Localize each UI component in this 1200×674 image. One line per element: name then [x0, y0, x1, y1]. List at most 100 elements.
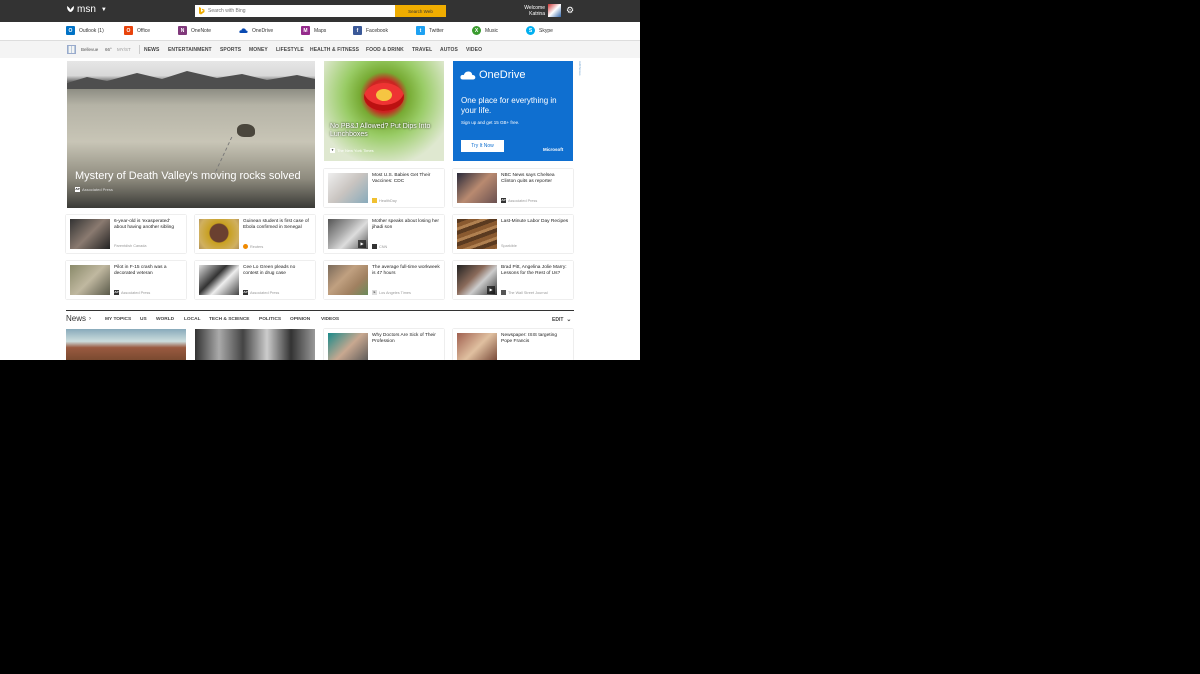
- ap-icon: AP: [114, 290, 119, 295]
- app-music[interactable]: X Music: [472, 26, 498, 35]
- tab-us[interactable]: US: [140, 317, 147, 322]
- app-label: Music: [485, 27, 499, 34]
- featured-source: T The New York Times: [330, 148, 374, 153]
- tab-opinion[interactable]: OPINION: [290, 317, 310, 322]
- chevron-down-icon[interactable]: ▼: [101, 7, 107, 13]
- nav-entertainment[interactable]: ENTERTAINMENT: [168, 47, 212, 53]
- msn-logo[interactable]: msn ▼: [66, 4, 107, 15]
- card-title[interactable]: 6-year-old is 'exasperated' about having…: [114, 219, 182, 231]
- tab-my-topics[interactable]: MY TOPICS: [105, 317, 131, 322]
- featured-title[interactable]: No PB&J Allowed? Put Dips Into Lunchboxe…: [330, 123, 438, 139]
- card-title[interactable]: Mother speaks about losing her jihadi so…: [372, 219, 440, 231]
- card-title[interactable]: Why Doctors Are Sick of Their Profession: [372, 333, 440, 345]
- tab-videos[interactable]: VIDEOS: [321, 317, 339, 322]
- nav-video[interactable]: VIDEO: [466, 47, 482, 53]
- twitter-icon: t: [416, 26, 425, 35]
- tab-tech-science[interactable]: TECH & SCIENCE: [209, 317, 250, 322]
- nav-autos[interactable]: AUTOS: [440, 47, 458, 53]
- search-input[interactable]: [205, 6, 395, 16]
- app-label: OneNote: [191, 27, 212, 34]
- welcome-text[interactable]: Welcome Katrina: [518, 5, 545, 17]
- card-title[interactable]: Guinean student is first case of Ebola c…: [243, 219, 311, 231]
- app-label: Twitter: [429, 27, 444, 34]
- maps-icon: M: [301, 26, 310, 35]
- card-title[interactable]: NBC News says Chelsea Clinton quits as r…: [501, 173, 569, 185]
- weather-city[interactable]: Bellevue: [81, 47, 98, 52]
- card-title[interactable]: Cee Lo Green pleads no contest in drug c…: [243, 265, 311, 277]
- news-image-1[interactable]: [66, 329, 186, 360]
- tab-politics[interactable]: POLITICS: [259, 317, 281, 322]
- nav-sports[interactable]: SPORTS: [220, 47, 241, 53]
- app-label: Skype: [539, 27, 553, 34]
- gear-icon[interactable]: ⚙: [566, 6, 575, 15]
- onenote-icon: N: [178, 26, 187, 35]
- list-item[interactable]: Newspaper: ISIS targeting Pope Francis: [453, 329, 573, 360]
- card-source: Reuters: [243, 244, 263, 249]
- nav-health-fitness[interactable]: HEALTH & FITNESS: [310, 47, 359, 53]
- tab-local[interactable]: LOCAL: [184, 317, 201, 322]
- card-source: AP Associated Press: [501, 198, 537, 203]
- hero-source: AP Associated Press: [75, 187, 113, 192]
- list-item[interactable]: Guinean student is first case of Ebola c…: [195, 215, 315, 253]
- card-source: The Wall Street Journal: [501, 290, 548, 295]
- list-item[interactable]: Pilot in F-15 crash was a decorated vete…: [66, 261, 186, 299]
- list-item[interactable]: 6-year-old is 'exasperated' about having…: [66, 215, 186, 253]
- hero-story[interactable]: Mystery of Death Valley's moving rocks s…: [67, 61, 315, 208]
- news-section-title[interactable]: News ›: [66, 314, 91, 323]
- list-item[interactable]: NBC News says Chelsea Clinton quits as r…: [453, 169, 573, 207]
- ad-logo: OneDrive: [460, 69, 525, 81]
- weather-myst[interactable]: MY/ST: [117, 47, 131, 52]
- weather-temp[interactable]: 66°: [105, 47, 112, 52]
- source-label: Associated Press: [508, 198, 538, 203]
- search-web-button[interactable]: Search Web: [395, 5, 446, 17]
- card-title[interactable]: Last-Minute Labor Day Recipes: [501, 219, 569, 225]
- list-item[interactable]: Cee Lo Green pleads no contest in drug c…: [195, 261, 315, 299]
- weather-icon[interactable]: [67, 45, 76, 54]
- app-skype[interactable]: S Skype: [526, 26, 553, 35]
- play-icon[interactable]: ▶: [487, 286, 495, 294]
- app-onenote[interactable]: N OneNote: [178, 26, 211, 35]
- card-title[interactable]: The average full-time workweek is 47 hou…: [372, 265, 440, 277]
- outlook-icon: O: [66, 26, 75, 35]
- nav-food-drink[interactable]: FOOD & DRINK: [366, 47, 404, 53]
- card-title[interactable]: Pilot in F-15 crash was a decorated vete…: [114, 265, 182, 277]
- nav-lifestyle[interactable]: LIFESTYLE: [276, 47, 304, 53]
- list-item[interactable]: Why Doctors Are Sick of Their Profession: [324, 329, 444, 360]
- app-twitter[interactable]: t Twitter: [416, 26, 444, 35]
- ad-subtext: Sign up and get 15 GB+ free.: [461, 120, 520, 125]
- nav-money[interactable]: MONEY: [249, 47, 268, 53]
- onedrive-ad[interactable]: OneDrive One place for everything in you…: [453, 61, 573, 161]
- list-item[interactable]: The average full-time workweek is 47 hou…: [324, 261, 444, 299]
- nav-news[interactable]: NEWS: [144, 47, 159, 53]
- browser-viewport: msn ▼ Search Web Welcome Katrina ⚙ O Out…: [0, 0, 640, 360]
- tab-world[interactable]: WORLD: [156, 317, 174, 322]
- app-maps[interactable]: M Maps: [301, 26, 326, 35]
- list-item[interactable]: ▶ Mother speaks about losing her jihadi …: [324, 215, 444, 253]
- nav-travel[interactable]: TRAVEL: [412, 47, 432, 53]
- app-label: Facebook: [366, 27, 388, 34]
- card-title[interactable]: Most U.S. Babies Get Their Vaccines: CDC: [372, 173, 440, 185]
- card-title[interactable]: Brad Pitt, Angelina Jolie Marry: Lessons…: [501, 265, 569, 277]
- wsj-icon: [501, 290, 506, 295]
- hero-title[interactable]: Mystery of Death Valley's moving rocks s…: [75, 170, 301, 182]
- edit-button[interactable]: EDIT ⌄: [552, 316, 571, 324]
- avatar[interactable]: [548, 4, 561, 17]
- app-outlook[interactable]: O Outlook (1): [66, 26, 104, 35]
- bing-icon: [199, 7, 205, 15]
- card-source: Parentdish Canada: [114, 244, 147, 248]
- onedrive-icon: [239, 26, 248, 35]
- card-title[interactable]: Newspaper: ISIS targeting Pope Francis: [501, 333, 569, 345]
- news-image-2[interactable]: [195, 329, 315, 360]
- app-onedrive[interactable]: OneDrive: [239, 26, 273, 35]
- adchoices-link[interactable]: AdChoices: [576, 61, 582, 87]
- source-label: CNN: [379, 244, 388, 249]
- list-item[interactable]: Last-Minute Labor Day Recipes Sparkible: [453, 215, 573, 253]
- try-it-now-button[interactable]: Try It Now: [461, 140, 504, 152]
- list-item[interactable]: Most U.S. Babies Get Their Vaccines: CDC…: [324, 169, 444, 207]
- hero-rock: [237, 124, 255, 137]
- app-office[interactable]: O Office: [124, 26, 150, 35]
- list-item[interactable]: ▶ Brad Pitt, Angelina Jolie Marry: Lesso…: [453, 261, 573, 299]
- play-icon[interactable]: ▶: [358, 240, 366, 248]
- featured-story[interactable]: No PB&J Allowed? Put Dips Into Lunchboxe…: [324, 61, 444, 161]
- app-facebook[interactable]: f Facebook: [353, 26, 388, 35]
